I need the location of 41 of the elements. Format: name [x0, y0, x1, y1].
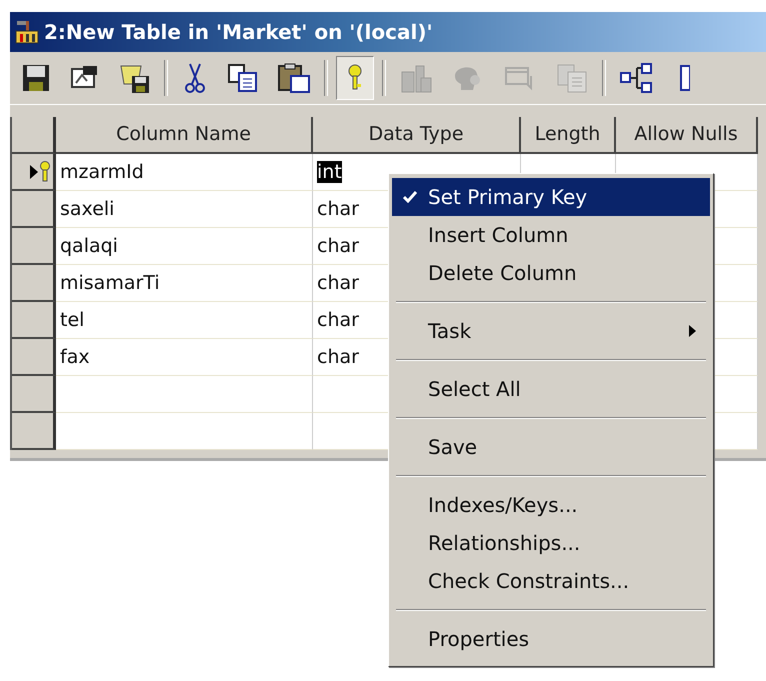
column-header[interactable]: Data Type — [313, 117, 521, 154]
table-cell[interactable] — [56, 376, 313, 413]
column-header[interactable]: Length — [521, 117, 616, 154]
table-hammer-icon — [14, 19, 40, 45]
row-header[interactable] — [12, 376, 56, 413]
row-header[interactable] — [12, 339, 56, 376]
toolbar-button[interactable] — [336, 56, 374, 100]
row-header[interactable] — [12, 154, 56, 191]
column-header[interactable]: Column Name — [56, 117, 313, 154]
relationship-diagram-icon — [619, 62, 653, 94]
column-header[interactable]: Allow Nulls — [616, 117, 758, 154]
menu-item[interactable]: Relationships... — [392, 524, 710, 562]
table-cell[interactable]: qalaqi — [56, 228, 313, 265]
grid-icon — [680, 63, 690, 93]
key-icon — [346, 64, 364, 92]
documents-icon — [555, 62, 589, 94]
menu-item[interactable]: Indexes/Keys... — [392, 486, 710, 524]
menu-item[interactable]: Check Constraints... — [392, 562, 710, 600]
window-title: 2:New Table in 'Market' on '(local)' — [44, 20, 433, 44]
table-cell[interactable]: mzarmId — [56, 154, 313, 191]
menu-item[interactable]: Properties — [392, 620, 710, 658]
table-cell[interactable]: saxeli — [56, 191, 313, 228]
selected-text: int — [317, 161, 342, 183]
table-cell[interactable] — [56, 413, 313, 450]
menu-item[interactable]: Select All — [392, 370, 710, 408]
row-header[interactable] — [12, 228, 56, 265]
menu-item[interactable]: Insert Column — [392, 216, 710, 254]
row-header[interactable] — [12, 191, 56, 228]
menu-item[interactable]: Delete Column — [392, 254, 710, 292]
table-cell[interactable]: tel — [56, 302, 313, 339]
scissors-icon — [182, 62, 208, 94]
table-cell[interactable]: fax — [56, 339, 313, 376]
row-header[interactable] — [12, 302, 56, 339]
copy-icon — [227, 63, 259, 93]
menu-item[interactable]: Task — [392, 312, 710, 350]
menu-item[interactable]: Save — [392, 428, 710, 466]
row-header[interactable] — [12, 265, 56, 302]
table-cell[interactable]: misamarTi — [56, 265, 313, 302]
menu-item[interactable]: Set Primary Key — [392, 178, 710, 216]
row-header[interactable] — [12, 413, 56, 450]
paste-icon — [277, 62, 311, 94]
